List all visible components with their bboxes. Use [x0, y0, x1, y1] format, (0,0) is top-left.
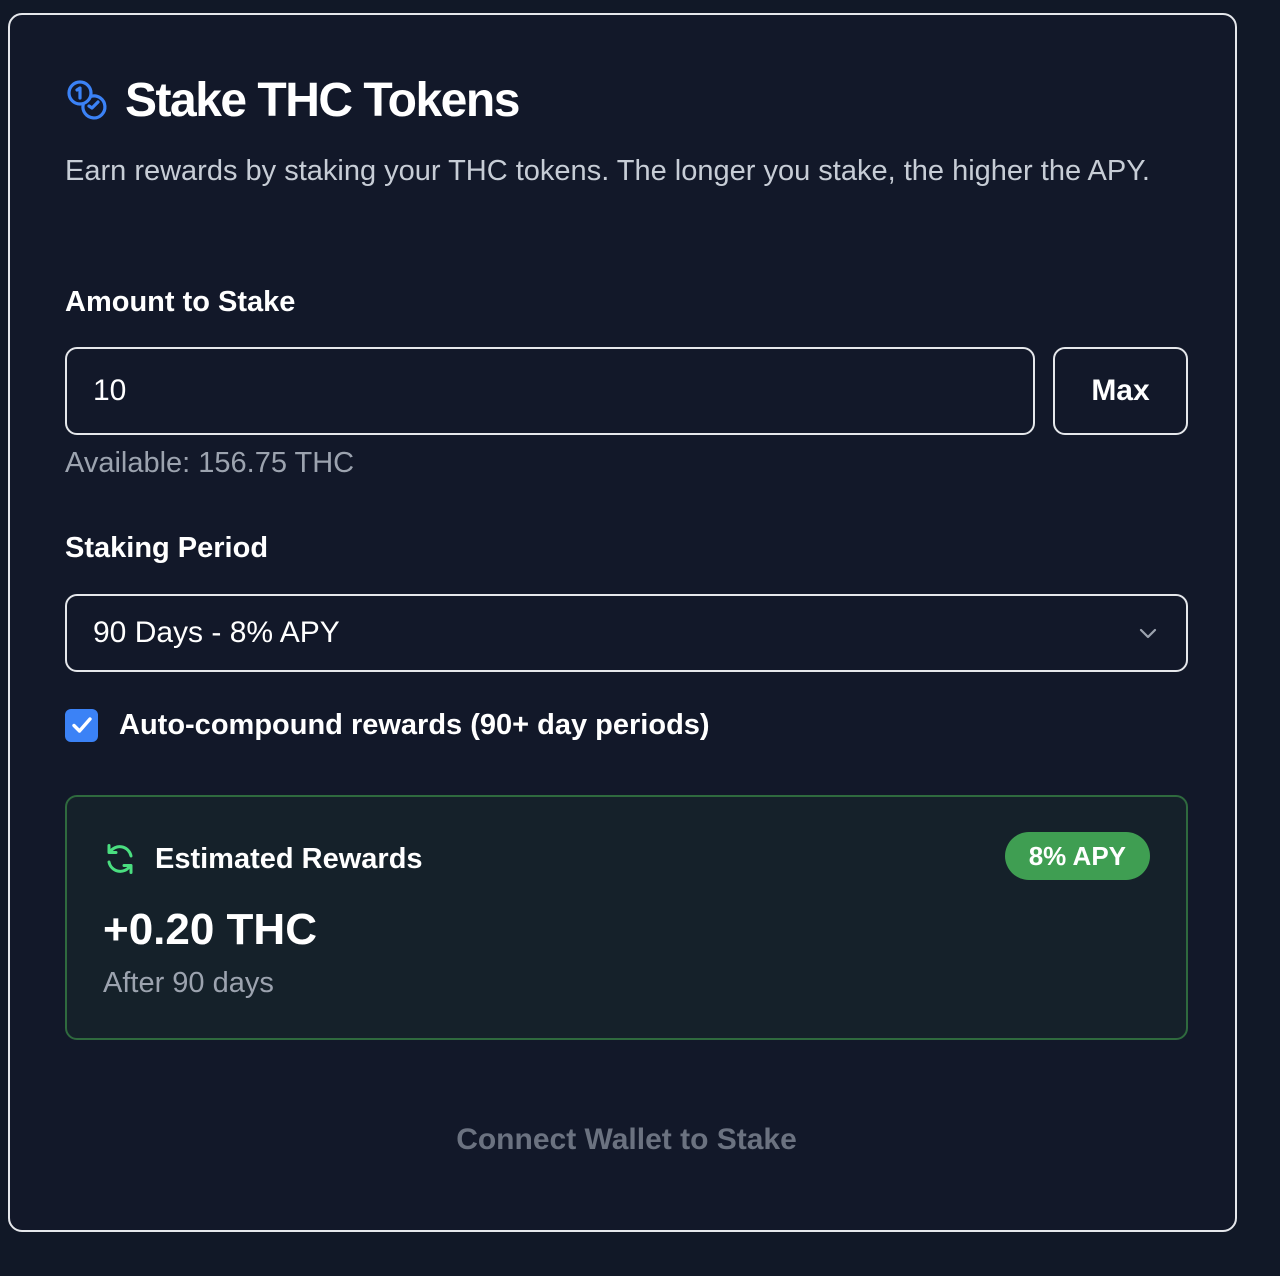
auto-compound-label[interactable]: Auto-compound rewards (90+ day periods) — [119, 709, 710, 742]
apy-badge: 8% APY — [1004, 832, 1150, 880]
rewards-duration: After 90 days — [103, 967, 274, 999]
amount-input[interactable] — [65, 347, 1035, 435]
staking-period-value: 90 Days - 8% APY — [93, 616, 340, 649]
chevron-down-icon — [1136, 621, 1160, 645]
staking-period-label: Staking Period — [65, 532, 269, 564]
refresh-icon — [103, 842, 137, 876]
coins-icon — [65, 77, 111, 123]
auto-compound-row: Auto-compound rewards (90+ day periods) — [65, 704, 710, 746]
max-button[interactable]: Max — [1053, 347, 1188, 435]
rewards-title: Estimated Rewards — [155, 842, 423, 875]
connect-wallet-button[interactable]: Connect Wallet to Stake — [65, 1105, 1188, 1175]
rewards-header: Estimated Rewards — [103, 837, 423, 881]
staking-period-select[interactable]: 90 Days - 8% APY — [65, 594, 1188, 672]
estimated-rewards-panel: Estimated Rewards 8% APY +0.20 THC After… — [65, 795, 1188, 1040]
checkmark-icon — [71, 717, 92, 733]
auto-compound-checkbox[interactable] — [65, 708, 98, 742]
title-row: Stake THC Tokens — [65, 70, 520, 130]
stake-card: Stake THC Tokens Earn rewards by staking… — [8, 13, 1237, 1232]
page-subtitle: Earn rewards by staking your THC tokens.… — [65, 155, 1150, 187]
page-title: Stake THC Tokens — [125, 73, 520, 127]
available-balance: Available: 156.75 THC — [65, 447, 355, 479]
amount-label: Amount to Stake — [65, 286, 296, 318]
rewards-amount: +0.20 THC — [103, 905, 317, 954]
